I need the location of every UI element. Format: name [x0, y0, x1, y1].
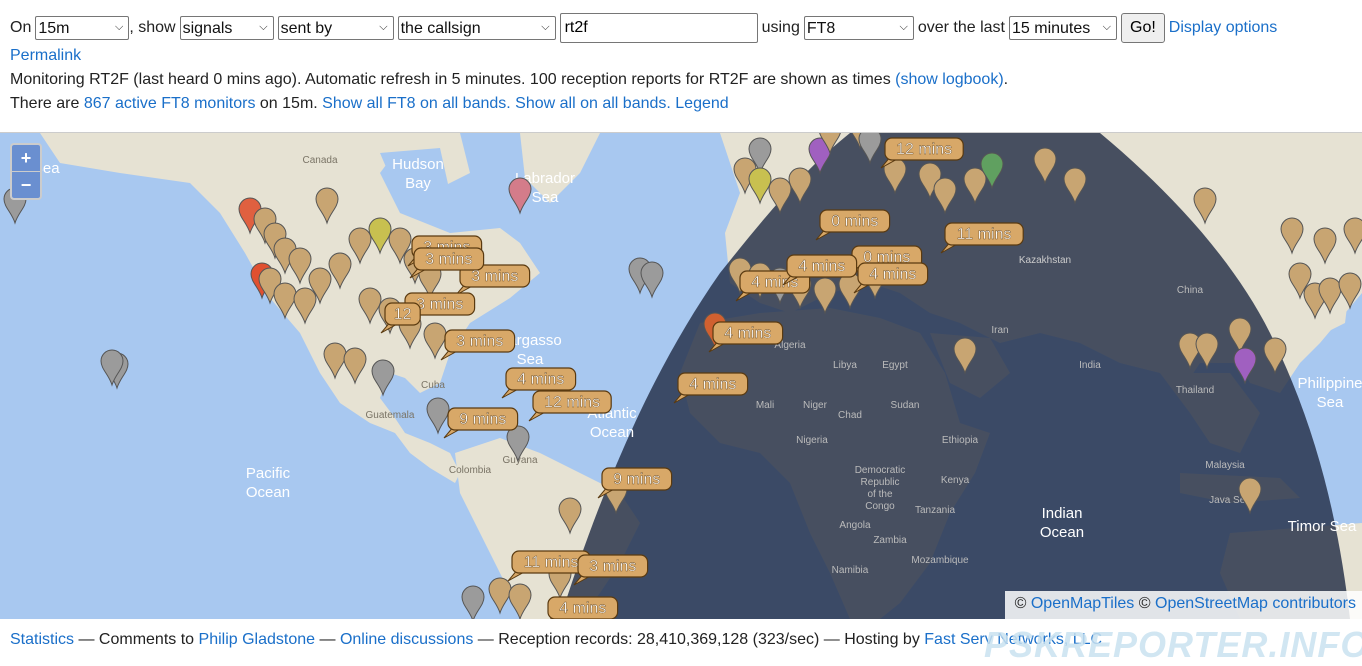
- active-monitors-link[interactable]: 867 active FT8 monitors: [84, 95, 256, 112]
- online-discussions-link[interactable]: Online discussions: [340, 631, 473, 648]
- time-tag-label: 12 mins: [544, 394, 600, 411]
- map-label-ethiopia: Ethiopia: [942, 435, 979, 446]
- time-tag-label: 3 mins: [471, 268, 518, 285]
- map-label-tanzania: Tanzania: [915, 505, 955, 516]
- direction-select[interactable]: sent by ⌵: [277, 16, 394, 40]
- monitors-middle: on 15m.: [259, 95, 318, 112]
- copyright-symbol: ©: [1014, 595, 1027, 612]
- map-label-chad: Chad: [838, 410, 862, 421]
- map-attribution: © OpenMapTiles © OpenStreetMap contribut…: [1004, 591, 1362, 619]
- map-label-malaysia: Malaysia: [1205, 460, 1245, 471]
- map-label-zambia: Zambia: [873, 535, 907, 546]
- legend-link[interactable]: Legend: [675, 95, 728, 112]
- zoom-in-button[interactable]: +: [12, 145, 40, 172]
- show-ft8-all-bands-link[interactable]: Show all FT8 on all bands.: [322, 95, 511, 112]
- map-label-namibia: Namibia: [832, 565, 869, 576]
- query-controls: On 15m ⌵ , show signals ⌵ sent by ⌵ the …: [10, 13, 1281, 43]
- what-select[interactable]: signals ⌵: [179, 16, 274, 40]
- map-label-nigeria: Nigeria: [796, 435, 828, 446]
- status-text: Monitoring RT2F (last heard 0 mins ago).…: [10, 71, 891, 88]
- mode-dropdown[interactable]: FT8: [803, 16, 914, 40]
- reception-records-text: — Reception records: 28,410,369,128 (323…: [477, 631, 920, 648]
- map-label-niger: Niger: [803, 400, 828, 411]
- time-tag-label: 12: [394, 306, 412, 323]
- direction-dropdown[interactable]: sent by: [277, 16, 394, 40]
- time-tag-label: 12 mins: [896, 141, 952, 158]
- map-label-mali: Mali: [756, 400, 774, 411]
- map-label-canada: Canada: [302, 155, 337, 166]
- pskreporter-watermark: PSKREPORTER.INFO: [984, 624, 1362, 665]
- permalink-row: Permalink: [10, 47, 81, 65]
- time-tag-label: 9 mins: [459, 411, 506, 428]
- map-label-kazakhstan: Kazakhstan: [1019, 255, 1071, 266]
- map-label-china: China: [1177, 285, 1204, 296]
- time-tag-label: 3 mins: [425, 251, 472, 268]
- time-tag-label: 3 mins: [456, 333, 503, 350]
- time-tag-label: 4 mins: [798, 258, 845, 275]
- band-dropdown[interactable]: 15m: [35, 16, 130, 40]
- map-label-egypt: Egypt: [882, 360, 908, 371]
- time-tag-label: 3 mins: [416, 296, 463, 313]
- map-label-libya: Libya: [833, 360, 857, 371]
- callsign-input[interactable]: [559, 13, 758, 43]
- world-map-canvas[interactable]: Hudson Bay Labrador SeaCanadaPacific OceanAt…: [0, 133, 1362, 619]
- footer-text: — Comments to: [78, 631, 195, 648]
- map-label-angola: Angola: [839, 520, 871, 531]
- reception-map[interactable]: Hudson Bay Labrador Sea Canada Pacific Ocean At…: [0, 132, 1362, 619]
- time-tag-label: 9 mins: [613, 471, 660, 488]
- time-tag-label: 3 mins: [589, 558, 636, 575]
- time-tag[interactable]: 4 mins: [544, 596, 619, 619]
- map-label-thailand: Thailand: [1176, 385, 1214, 396]
- time-tag-label: 4 mins: [559, 600, 606, 617]
- what-dropdown[interactable]: signals: [179, 16, 274, 40]
- map-label-mozambique: Mozambique: [911, 555, 969, 566]
- mode-select[interactable]: FT8 ⌵: [803, 16, 914, 40]
- permalink-link[interactable]: Permalink: [10, 47, 81, 64]
- display-options-link[interactable]: Display options: [1169, 19, 1278, 37]
- zoom-out-button[interactable]: −: [12, 172, 40, 198]
- period-select[interactable]: 15 minutes ⌵: [1009, 16, 1117, 40]
- map-label-kenya: Kenya: [941, 475, 970, 486]
- period-dropdown[interactable]: 15 minutes: [1009, 16, 1117, 40]
- map-label-cuba: Cuba: [421, 380, 445, 391]
- map-label-iran: Iran: [991, 325, 1008, 336]
- openmaptiles-link[interactable]: OpenMapTiles: [1031, 595, 1134, 612]
- time-tag-label: 11 mins: [524, 554, 579, 571]
- time-tag-label: 4 mins: [869, 266, 916, 283]
- copyright-symbol: ©: [1138, 595, 1151, 612]
- go-button[interactable]: Go!: [1121, 13, 1165, 43]
- time-tag-label: 11 mins: [957, 226, 1012, 243]
- openstreetmap-link[interactable]: OpenStreetMap contributors: [1155, 595, 1356, 612]
- map-label-colombia: Colombia: [449, 465, 492, 476]
- using-label: using: [761, 19, 800, 36]
- show-logbook-link[interactable]: (show logbook): [895, 71, 1004, 88]
- status-period: .: [1003, 71, 1009, 88]
- band-select[interactable]: 15m ⌵: [35, 16, 130, 40]
- time-tag-label: 0 mins: [831, 213, 878, 230]
- target-type-dropdown[interactable]: the callsign: [397, 16, 556, 40]
- time-tag-label: 4 mins: [724, 325, 771, 342]
- time-tag-label: 4 mins: [689, 376, 736, 393]
- map-label-timor: Timor Sea: [1288, 518, 1357, 535]
- map-label-guatemala: Guatemala: [366, 410, 415, 421]
- show-all-bands-link[interactable]: Show all on all bands.: [515, 95, 671, 112]
- zoom-control: + −: [10, 143, 42, 200]
- target-type-select[interactable]: the callsign ⌵: [397, 16, 556, 40]
- monitors-line: There are 867 active FT8 monitors on 15m…: [10, 95, 729, 113]
- page-footer: Statistics — Comments to Philip Gladston…: [10, 631, 1102, 649]
- statistics-link[interactable]: Statistics: [10, 631, 74, 648]
- over-label: over the last: [917, 19, 1005, 36]
- map-label-sudan: Sudan: [891, 400, 920, 411]
- map-label-india: India: [1079, 360, 1101, 371]
- time-tag-label: 4 mins: [517, 371, 564, 388]
- show-label: , show: [129, 19, 176, 36]
- status-line: Monitoring RT2F (last heard 0 mins ago).…: [10, 71, 1008, 89]
- author-link[interactable]: Philip Gladstone: [199, 631, 316, 648]
- on-label: On: [10, 19, 32, 36]
- footer-text: —: [319, 631, 336, 648]
- monitors-prefix: There are: [10, 95, 80, 112]
